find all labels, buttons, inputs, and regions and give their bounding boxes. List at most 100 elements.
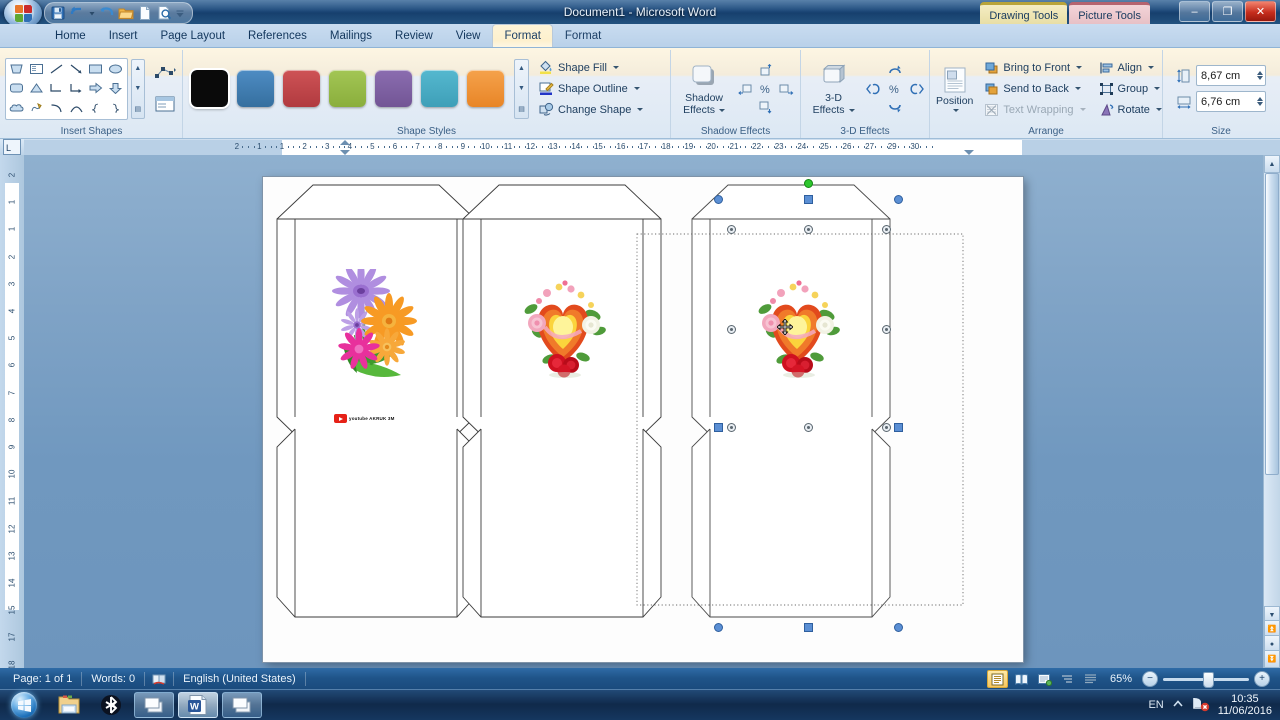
selection-handle-top-right[interactable] [894, 195, 903, 204]
shape-elbow-arrow-icon[interactable] [66, 79, 86, 98]
shape-styles-scroll[interactable]: ▲ ▼ ▤ [514, 58, 529, 119]
tab-page-layout[interactable]: Page Layout [149, 26, 236, 47]
nudge-shadow-down-icon[interactable] [756, 98, 776, 116]
change-shape-button[interactable]: Change Shape [536, 100, 647, 119]
rotate-button[interactable]: Rotate [1097, 100, 1166, 119]
gallery-more-icon[interactable]: ▤ [132, 100, 144, 118]
flower-bouquet-clipart[interactable] [325, 269, 425, 385]
document-page[interactable]: youtube AKRUK 3M [263, 177, 1023, 662]
tilt-right-icon[interactable] [905, 80, 925, 98]
shape-width-stepper[interactable] [1257, 97, 1264, 106]
view-full-screen-reading[interactable] [1012, 671, 1031, 687]
redo-icon[interactable] [99, 5, 115, 21]
shape-style-purple[interactable] [375, 70, 412, 107]
selection-handle-middle-right[interactable] [894, 423, 903, 432]
undo-dropdown-icon[interactable] [88, 5, 96, 21]
open-icon[interactable] [118, 5, 134, 21]
tilt-up-icon[interactable] [885, 62, 905, 80]
shape-arrow-icon[interactable] [66, 60, 86, 79]
vertex-handle-bottom-right[interactable] [882, 423, 891, 432]
shape-down-arrow-icon[interactable] [106, 79, 126, 98]
three-d-effects-button[interactable]: 3-D Effects [805, 60, 862, 118]
zoom-slider[interactable]: − + [1142, 671, 1270, 688]
draw-text-box-icon[interactable] [152, 91, 178, 117]
tab-mailings[interactable]: Mailings [319, 26, 383, 47]
shape-line-icon[interactable] [47, 60, 67, 79]
scroll-up-icon[interactable]: ▲ [1264, 155, 1280, 173]
nudge-shadow-up-icon[interactable] [756, 62, 776, 80]
shape-textbox-icon[interactable] [27, 60, 47, 79]
three-d-on-off-icon[interactable]: % [885, 80, 905, 98]
vertical-ruler[interactable]: 2 1 1 2 3 4 5 6 7 8 9 10 11 12 13 14 15 17 18 [0, 155, 24, 668]
shape-style-red[interactable] [283, 70, 320, 107]
qat-customize-icon[interactable] [175, 5, 185, 21]
first-line-indent-marker[interactable] [340, 140, 350, 145]
shape-outline-button[interactable]: Shape Outline [536, 79, 647, 98]
styles-more-icon[interactable]: ▤ [515, 100, 528, 118]
shape-height-input[interactable]: 8,67 cm [1196, 65, 1267, 86]
vertical-scroll-thumb[interactable] [1265, 173, 1279, 475]
shapes-gallery-scroll[interactable]: ▲ ▼ ▤ [130, 58, 145, 119]
zoom-level[interactable]: 65% [1104, 673, 1138, 685]
shape-fill-button[interactable]: Shape Fill [536, 58, 647, 77]
shape-style-black[interactable] [189, 68, 230, 109]
heart-flowers-clipart-right[interactable] [747, 275, 847, 379]
shape-oval-icon[interactable] [106, 60, 126, 79]
gallery-scroll-down-icon[interactable]: ▼ [132, 80, 144, 98]
show-hidden-icons-icon[interactable] [1172, 698, 1184, 713]
shape-right-brace-icon[interactable] [106, 98, 126, 117]
language-indicator[interactable]: English (United States) [174, 673, 305, 685]
shape-arc-icon[interactable] [66, 98, 86, 117]
nudge-shadow-left-icon[interactable] [736, 80, 756, 98]
tab-view[interactable]: View [445, 26, 492, 47]
shape-elbow-connector-icon[interactable] [47, 79, 67, 98]
zoom-out-button[interactable]: − [1142, 671, 1158, 687]
vertical-scrollbar[interactable]: ▲ ▼ ⏫ ● ⏬ [1263, 155, 1280, 668]
vertex-handle-top-left[interactable] [727, 225, 736, 234]
undo-icon[interactable] [69, 5, 85, 21]
shape-left-brace-icon[interactable] [86, 98, 106, 117]
zoom-thumb[interactable] [1203, 671, 1214, 688]
quick-access-toolbar[interactable] [44, 2, 193, 24]
vertex-handle-middle-left[interactable] [727, 325, 736, 334]
selection-handle-bottom-left[interactable] [714, 623, 723, 632]
styles-scroll-up-icon[interactable]: ▲ [515, 60, 528, 78]
taskbar-window-app-2[interactable] [222, 692, 262, 718]
shape-cloud-icon[interactable] [7, 98, 27, 117]
save-icon[interactable] [50, 5, 66, 21]
shape-style-blue[interactable] [237, 70, 274, 107]
send-to-back-button[interactable]: Send to Back [982, 79, 1089, 98]
start-button[interactable] [2, 691, 46, 719]
selection-handle-middle-left[interactable] [714, 423, 723, 432]
tab-review[interactable]: Review [384, 26, 444, 47]
tilt-left-icon[interactable] [865, 80, 885, 98]
shape-style-teal[interactable] [421, 70, 458, 107]
shape-trapezoid-icon[interactable] [7, 60, 27, 79]
tab-format-drawing[interactable]: Format [492, 24, 553, 47]
shape-right-arrow-icon[interactable] [86, 79, 106, 98]
shape-style-green[interactable] [329, 70, 366, 107]
taskbar-windows-explorer[interactable] [50, 693, 88, 717]
taskbar-window-app[interactable] [134, 692, 174, 718]
text-wrapping-button[interactable]: Text Wrapping [982, 100, 1089, 119]
tab-insert[interactable]: Insert [98, 26, 149, 47]
tab-references[interactable]: References [237, 26, 318, 47]
styles-scroll-down-icon[interactable]: ▼ [515, 80, 528, 98]
taskbar-microsoft-word[interactable]: W [178, 692, 218, 718]
selection-handle-bottom-center[interactable] [804, 623, 813, 632]
page-indicator[interactable]: Page: 1 of 1 [4, 673, 81, 685]
view-draft[interactable] [1081, 671, 1100, 687]
shapes-gallery[interactable] [5, 57, 128, 120]
vertex-handle-top-center[interactable] [804, 225, 813, 234]
shape-curve-icon[interactable] [47, 98, 67, 117]
shape-style-orange[interactable] [467, 70, 504, 107]
view-web-layout[interactable] [1035, 671, 1054, 687]
nudge-shadow-right-icon[interactable] [776, 80, 796, 98]
edit-shape-icon[interactable] [152, 61, 178, 87]
taskbar-bluetooth[interactable] [92, 693, 130, 717]
shadow-effects-button[interactable]: Shadow Effects [675, 60, 733, 118]
horizontal-ruler[interactable]: 2 1 1 2 3 4 5 6 7 8 9 10 11 12 13 14 15 16 17 18 19 20 21 22 23 2… [24, 140, 1280, 155]
rotation-handle[interactable] [804, 179, 813, 188]
selection-handle-top-center[interactable] [804, 195, 813, 204]
proofing-errors-icon[interactable] [145, 672, 173, 686]
